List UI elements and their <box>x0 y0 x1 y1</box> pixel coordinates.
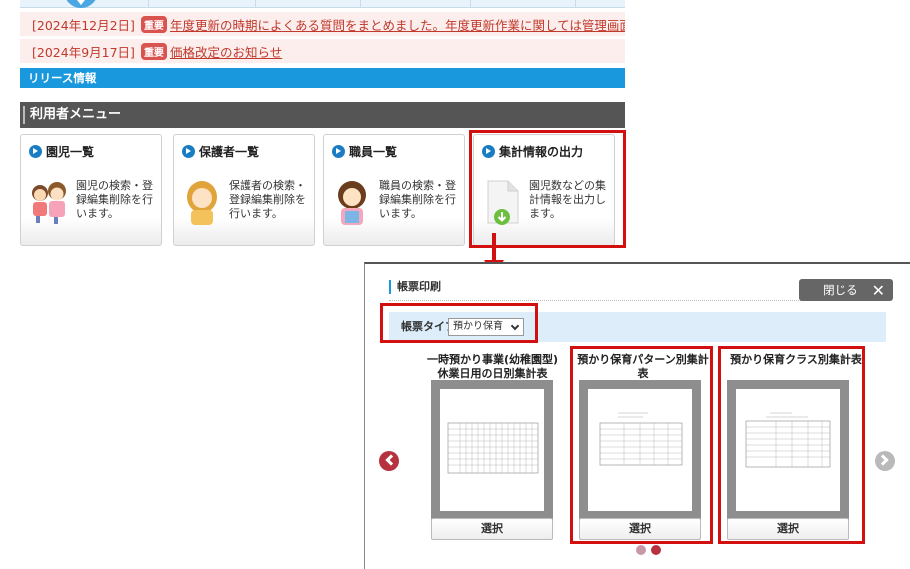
notice-row: [2024年9月17日] 重要 価格改定のお知らせ <box>20 39 625 63</box>
release-info-bar[interactable]: リリース情報 <box>20 68 625 88</box>
staff-icon <box>338 181 366 225</box>
highlight-box <box>380 303 538 343</box>
top-nav <box>20 0 625 8</box>
carousel-next-button[interactable] <box>873 449 897 473</box>
notice-link[interactable]: 価格改定のお知らせ <box>170 42 282 61</box>
important-badge: 重要 <box>140 42 167 60</box>
report-thumbnail[interactable] <box>431 380 553 520</box>
parent-icon <box>187 181 217 225</box>
report-title: 一時預かり事業(幼稚園型) 休業日用の日別集計表 <box>426 353 559 380</box>
notice-date: [2024年12月2日] <box>32 17 135 33</box>
select-button[interactable]: 選択 <box>431 518 553 540</box>
arrow-circle-icon <box>29 145 42 158</box>
card-title: 園児一覧 <box>46 145 95 159</box>
card-staff-list[interactable]: 職員一覧 職員の検索・登録編集削除を行います。 <box>323 134 465 246</box>
children-icon <box>32 182 66 224</box>
close-label: 閉じる <box>823 283 858 297</box>
modal-title: 帳票印刷 <box>389 280 441 294</box>
arrow-circle-icon <box>332 145 345 158</box>
notice-link[interactable]: 年度更新の時期によくある質問をまとめました。年度更新作業に関しては管理画面右上「 <box>170 15 625 34</box>
card-description: 園児の検索・登録編集削除を行います。 <box>76 179 153 220</box>
card-children-list[interactable]: 園児一覧 園児の検索・登録編集削除を行います。 <box>20 134 162 246</box>
carousel-prev-button[interactable] <box>377 449 401 473</box>
notice-date: [2024年9月17日] <box>32 44 135 60</box>
important-badge: 重要 <box>140 15 167 33</box>
pagination-dot-active[interactable] <box>651 545 661 555</box>
chevron-left-icon <box>385 454 397 466</box>
report-print-modal: 帳票印刷 閉じる ✕ 帳票タイプ 預かり保育 一時預かり事業(幼稚園型) 休業日… <box>364 262 910 569</box>
user-menu-header: 利用者メニュー <box>20 102 625 128</box>
pagination-dot[interactable] <box>636 545 646 555</box>
report-preview-grid <box>447 422 539 474</box>
active-tab-indicator[interactable] <box>64 0 98 8</box>
highlight-box <box>570 346 713 544</box>
notice-row: [2024年12月2日] 重要 年度更新の時期によくある質問をまとめました。年度… <box>20 12 625 36</box>
card-description: 職員の検索・登録編集削除を行います。 <box>379 179 456 220</box>
arrow-circle-icon <box>182 145 195 158</box>
chevron-right-icon <box>877 454 889 466</box>
highlight-box <box>469 130 626 248</box>
card-description: 保護者の検索・登録編集削除を行います。 <box>229 179 306 220</box>
card-title: 保護者一覧 <box>199 145 260 159</box>
close-icon: ✕ <box>871 280 885 300</box>
card-parents-list[interactable]: 保護者一覧 保護者の検索・登録編集削除を行います。 <box>173 134 315 246</box>
card-title: 職員一覧 <box>349 145 398 159</box>
arrow-line <box>492 233 496 263</box>
close-button[interactable]: 閉じる ✕ <box>799 279 893 301</box>
highlight-box <box>718 346 865 544</box>
